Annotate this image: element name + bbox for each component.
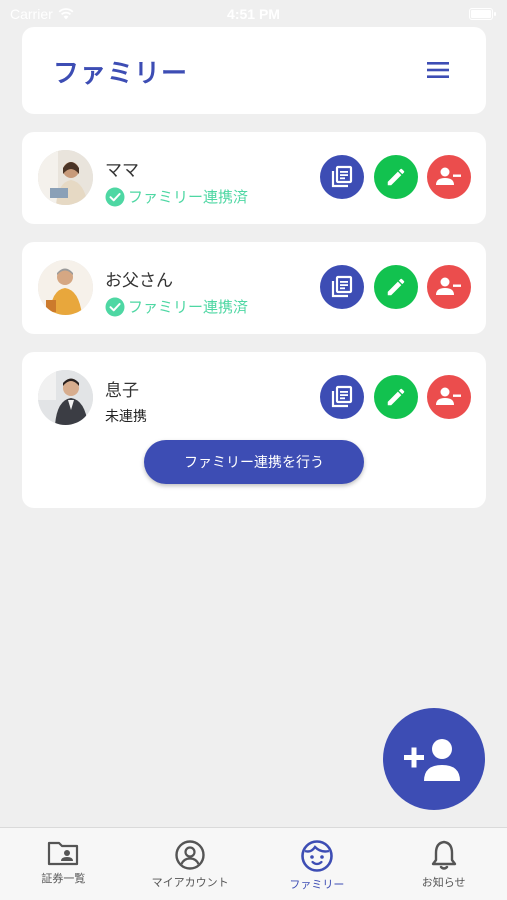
account-circle-icon xyxy=(175,840,205,870)
remove-member-button[interactable] xyxy=(427,375,471,419)
remove-person-icon xyxy=(436,277,461,295)
check-circle-icon xyxy=(105,187,125,206)
view-documents-button[interactable] xyxy=(320,265,364,309)
tab-bar: 証券一覧 マイアカウント ファミリー お知らせ xyxy=(0,827,507,900)
tab-label: 証券一覧 xyxy=(41,872,86,885)
member-name: お父さん xyxy=(105,271,173,291)
pencil-icon xyxy=(387,168,405,186)
tab-securities[interactable]: 証券一覧 xyxy=(0,828,127,900)
document-list-icon xyxy=(331,165,353,188)
pencil-icon xyxy=(387,388,405,406)
child-face-icon xyxy=(301,840,333,872)
add-person-icon xyxy=(404,739,460,781)
hamburger-menu-icon xyxy=(427,62,449,78)
tab-my-account[interactable]: マイアカウント xyxy=(127,828,254,900)
edit-member-button[interactable] xyxy=(374,265,418,309)
remove-person-icon xyxy=(436,387,461,405)
battery-icon xyxy=(469,8,496,20)
view-documents-button[interactable] xyxy=(320,375,364,419)
edit-member-button[interactable] xyxy=(374,155,418,199)
header-card: ファミリー xyxy=(22,27,486,114)
tab-label: ファミリー xyxy=(289,878,345,891)
check-circle-icon xyxy=(105,297,125,316)
edit-member-button[interactable] xyxy=(374,375,418,419)
page-title: ファミリー xyxy=(53,59,189,89)
avatar xyxy=(38,150,93,205)
family-link-button[interactable]: ファミリー連携を行う xyxy=(144,440,364,484)
member-card-son: 息子 未連携 ファミリー連携を行う xyxy=(22,352,486,508)
avatar xyxy=(38,260,93,315)
view-documents-button[interactable] xyxy=(320,155,364,199)
clock: 4:51 PM xyxy=(227,6,280,22)
menu-button[interactable] xyxy=(426,58,450,82)
document-list-icon xyxy=(331,275,353,298)
tab-family[interactable]: ファミリー xyxy=(254,828,381,900)
add-member-fab[interactable] xyxy=(383,708,485,810)
link-status: ファミリー連携済 xyxy=(105,296,248,317)
bell-icon xyxy=(431,840,456,870)
member-name: 息子 xyxy=(105,381,139,401)
link-status: 未連携 xyxy=(105,406,147,426)
avatar xyxy=(38,370,93,425)
folder-person-icon xyxy=(48,841,79,866)
pencil-icon xyxy=(387,278,405,296)
member-card-father: お父さん ファミリー連携済 xyxy=(22,242,486,334)
link-status-label: ファミリー連携済 xyxy=(128,298,249,316)
document-list-icon xyxy=(331,385,353,408)
link-status: ファミリー連携済 xyxy=(105,186,248,207)
tab-notifications[interactable]: お知らせ xyxy=(380,828,507,900)
tab-label: マイアカウント xyxy=(151,876,229,889)
remove-person-icon xyxy=(436,167,461,185)
link-status-label: 未連携 xyxy=(105,409,147,425)
member-name: ママ xyxy=(105,161,139,181)
status-bar: Carrier 4:51 PM xyxy=(0,0,507,28)
link-status-label: ファミリー連携済 xyxy=(128,188,249,206)
remove-member-button[interactable] xyxy=(427,265,471,309)
member-card-mama: ママ ファミリー連携済 xyxy=(22,132,486,224)
remove-member-button[interactable] xyxy=(427,155,471,199)
tab-label: お知らせ xyxy=(421,876,466,889)
